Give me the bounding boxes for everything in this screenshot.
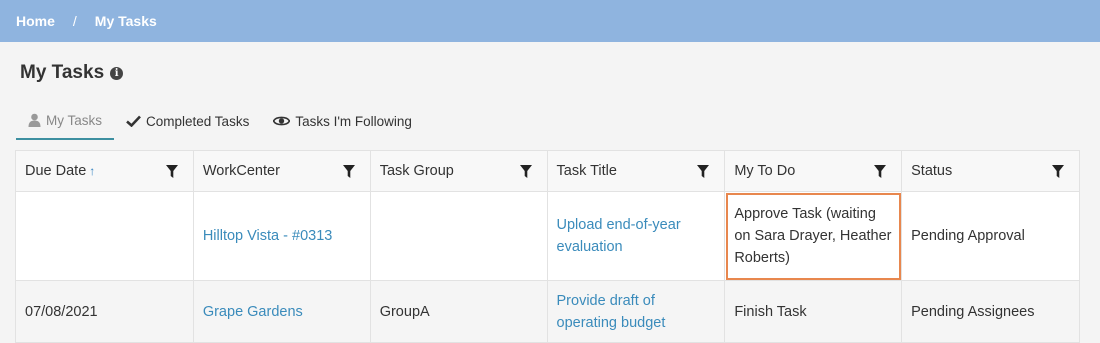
column-label: Due Date	[25, 163, 87, 179]
cell-task-title: Provide draft of operating budget	[546, 280, 726, 343]
tab-bar: My Tasks Completed Tasks Tasks I'm Follo…	[16, 102, 424, 140]
cell-due-date	[15, 191, 194, 281]
breadcrumb-home-link[interactable]: Home	[16, 13, 55, 29]
cell-workcenter: Grape Gardens	[192, 280, 371, 343]
workcenter-link[interactable]: Grape Gardens	[203, 304, 303, 320]
task-title-link[interactable]: Provide draft of operating budget	[557, 293, 666, 331]
cell-task-group	[369, 191, 548, 281]
task-title-link[interactable]: Upload end-of-year evaluation	[557, 217, 681, 255]
tab-label: Tasks I'm Following	[295, 113, 412, 129]
cell-task-group: GroupA	[369, 280, 548, 343]
filter-icon[interactable]	[519, 164, 532, 178]
cell-task-title: Upload end-of-year evaluation	[546, 191, 726, 281]
column-header-workcenter[interactable]: WorkCenter	[192, 150, 371, 192]
column-header-due-date[interactable]: Due Date ↑	[15, 150, 194, 192]
workcenter-link[interactable]: Hilltop Vista - #0313	[203, 228, 333, 244]
column-label: Task Group	[379, 163, 454, 179]
breadcrumb-current: My Tasks	[94, 13, 157, 29]
table-header-row: Due Date ↑ WorkCenter Task Group Task Tit…	[15, 150, 1080, 192]
column-header-status[interactable]: Status	[901, 150, 1080, 192]
column-label: My To Do	[734, 163, 796, 179]
sort-ascending-icon[interactable]: ↑	[89, 164, 95, 178]
check-icon	[126, 115, 141, 127]
cell-workcenter: Hilltop Vista - #0313	[192, 191, 371, 281]
tab-my-tasks[interactable]: My Tasks	[16, 102, 115, 140]
cell-my-todo: Finish Task	[724, 280, 903, 343]
cell-status: Pending Assignees	[901, 280, 1080, 343]
filter-icon[interactable]	[1052, 164, 1064, 178]
tab-label: Completed Tasks	[146, 113, 250, 129]
column-header-task-title[interactable]: Task Title	[546, 150, 726, 192]
column-label: WorkCenter	[202, 163, 280, 179]
table-row[interactable]: 07/08/2021 Grape Gardens GroupA Provide …	[15, 280, 1080, 343]
tab-label: My Tasks	[46, 112, 103, 128]
filter-icon[interactable]	[342, 164, 355, 178]
cell-my-todo[interactable]: Approve Task (waiting on Sara Drayer, He…	[724, 191, 903, 281]
column-header-task-group[interactable]: Task Group	[369, 150, 548, 192]
tasks-table: Due Date ↑ WorkCenter Task Group Task Tit…	[15, 150, 1080, 343]
column-header-my-todo[interactable]: My To Do	[724, 150, 903, 192]
tab-tasks-following[interactable]: Tasks I'm Following	[261, 102, 424, 140]
info-icon[interactable]: i	[110, 66, 124, 80]
column-label: Task Title	[556, 163, 617, 179]
filter-icon[interactable]	[165, 164, 178, 178]
page-title: My Tasks	[20, 62, 105, 83]
breadcrumb-separator: /	[72, 13, 77, 29]
column-label: Status	[911, 163, 953, 179]
eye-icon	[273, 115, 291, 127]
filter-icon[interactable]	[874, 164, 887, 178]
page-title-row: My Tasks i	[20, 62, 124, 84]
tab-completed-tasks[interactable]: Completed Tasks	[114, 102, 261, 140]
user-icon	[28, 113, 41, 127]
table-row[interactable]: Hilltop Vista - #0313 Upload end-of-year…	[15, 191, 1080, 281]
filter-icon[interactable]	[697, 164, 710, 178]
cell-due-date: 07/08/2021	[15, 280, 194, 343]
breadcrumb: Home / My Tasks	[0, 0, 1100, 42]
cell-status: Pending Approval	[901, 191, 1080, 281]
